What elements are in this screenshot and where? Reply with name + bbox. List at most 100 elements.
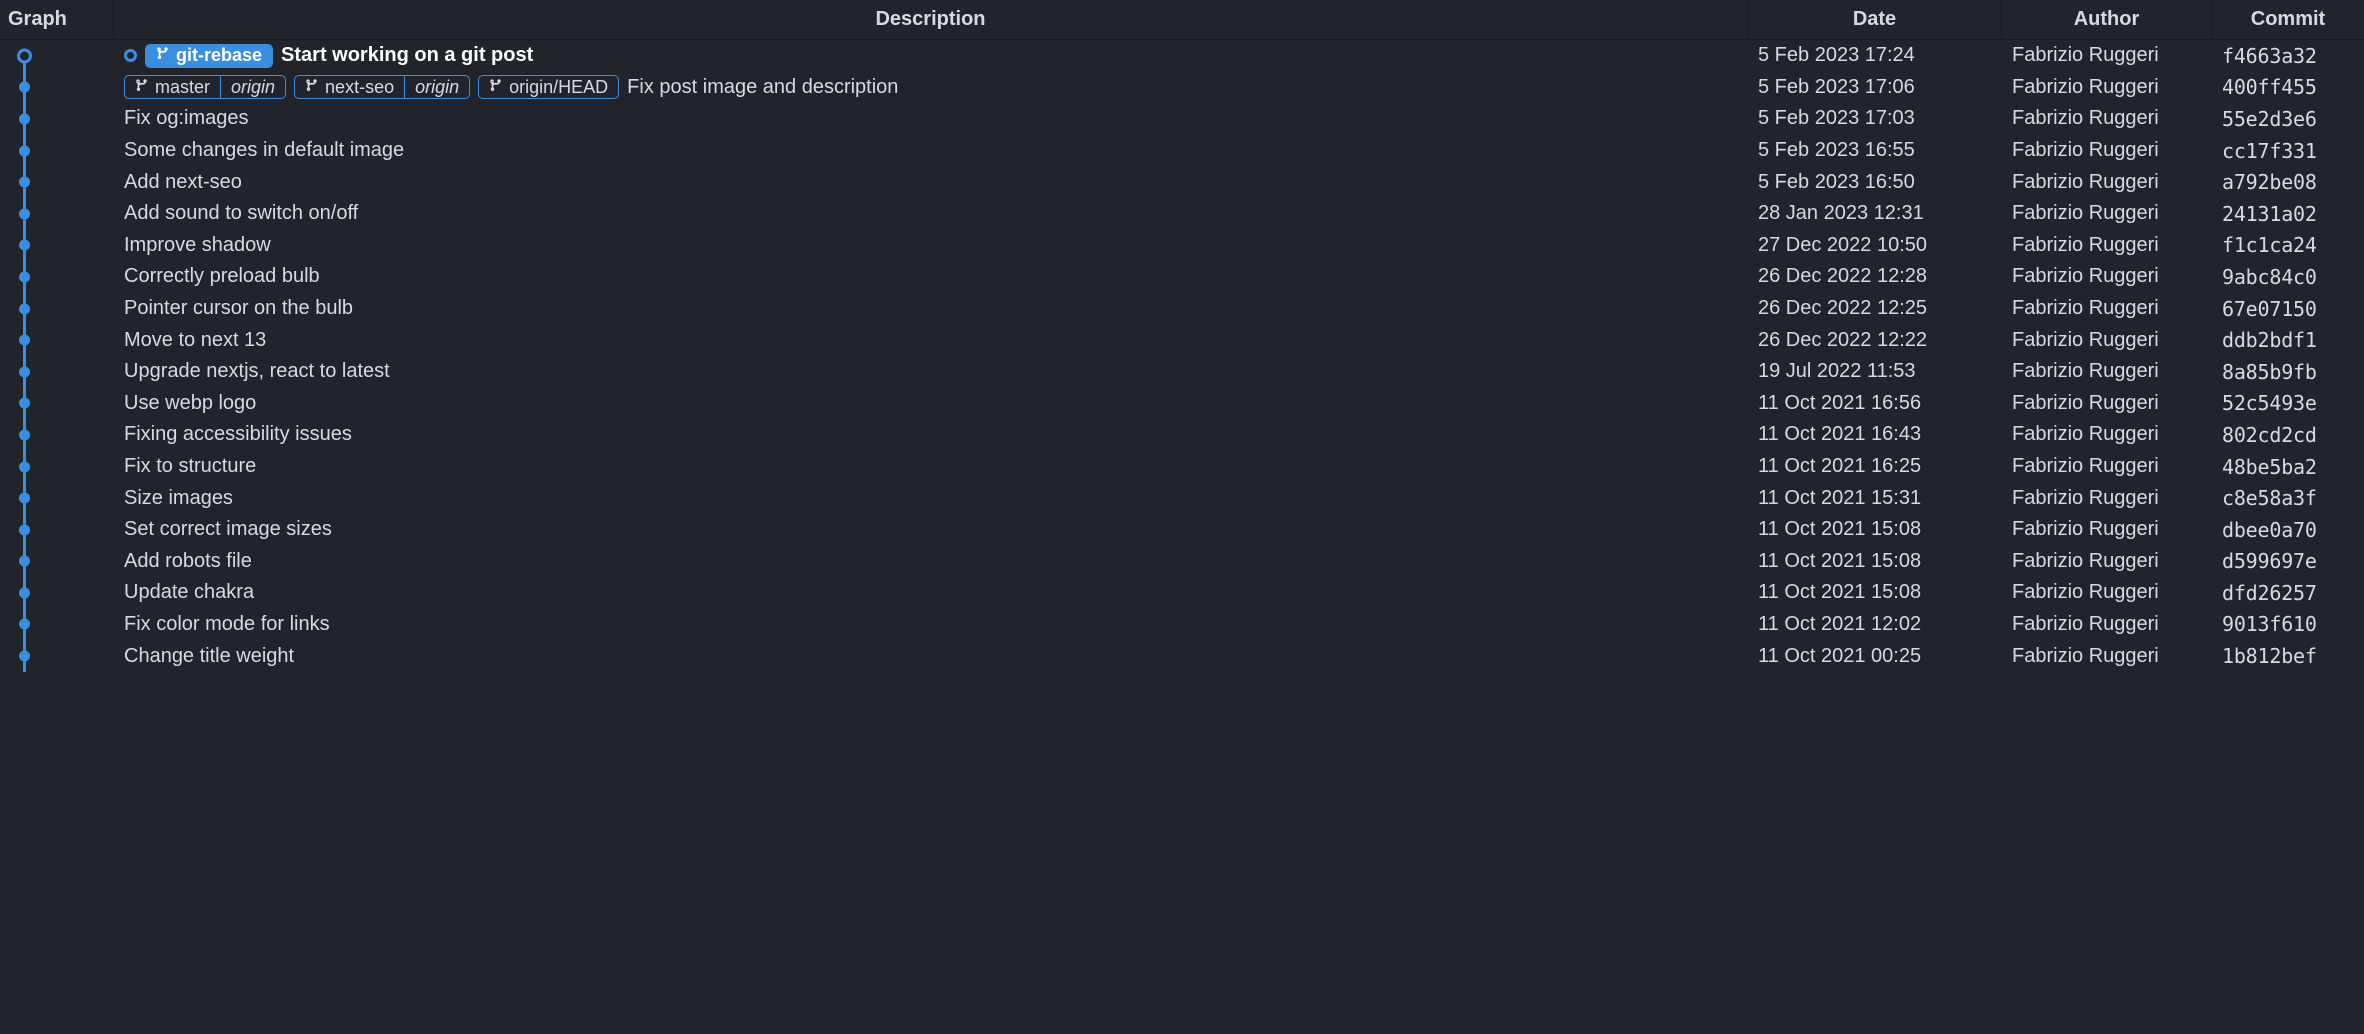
- commit-date: 26 Dec 2022 12:25: [1748, 297, 2002, 320]
- column-header-author[interactable]: Author: [2002, 0, 2212, 39]
- description-cell: Add sound to switch on/off: [114, 198, 1748, 230]
- graph-node: [19, 177, 30, 188]
- commit-message: Start working on a git post: [281, 44, 533, 67]
- graph-node: [19, 271, 30, 282]
- commit-author: Fabrizio Ruggeri: [2002, 392, 2212, 415]
- commit-message: Add sound to switch on/off: [124, 202, 358, 225]
- description-cell: Fix to structure: [114, 451, 1748, 483]
- commit-author: Fabrizio Ruggeri: [2002, 455, 2212, 478]
- commit-author: Fabrizio Ruggeri: [2002, 171, 2212, 194]
- commit-hash: f1c1ca24: [2212, 233, 2364, 257]
- commit-message: Improve shadow: [124, 234, 271, 257]
- commit-hash: 400ff455: [2212, 75, 2364, 99]
- commit-row[interactable]: Size images11 Oct 2021 15:31Fabrizio Rug…: [0, 482, 2364, 514]
- graph-node: [19, 303, 30, 314]
- column-header-description[interactable]: Description: [114, 0, 1748, 39]
- description-cell: Add next-seo: [114, 166, 1748, 198]
- branch-ref[interactable]: next-seoorigin: [294, 75, 470, 99]
- graph-cell: [0, 324, 114, 356]
- graph-cell: [0, 261, 114, 293]
- commit-row[interactable]: Upgrade nextjs, react to latest19 Jul 20…: [0, 356, 2364, 388]
- commit-list: git-rebase Start working on a git post 5 F…: [0, 40, 2364, 672]
- commit-row[interactable]: Add robots file11 Oct 2021 15:08Fabrizio…: [0, 546, 2364, 578]
- commit-row[interactable]: Improve shadow27 Dec 2022 10:50Fabrizio …: [0, 230, 2364, 262]
- commit-date: 11 Oct 2021 16:25: [1748, 455, 2002, 478]
- commit-row[interactable]: Change title weight11 Oct 2021 00:25Fabr…: [0, 640, 2364, 672]
- ref-label: origin: [415, 77, 459, 98]
- commit-row[interactable]: masteroriginnext-seooriginorigin/HEADFix…: [0, 72, 2364, 104]
- commit-hash: 9013f610: [2212, 612, 2364, 636]
- commit-message: Fix color mode for links: [124, 613, 330, 636]
- commit-hash: 8a85b9fb: [2212, 360, 2364, 384]
- column-header-commit[interactable]: Commit: [2212, 0, 2364, 39]
- commit-author: Fabrizio Ruggeri: [2002, 581, 2212, 604]
- graph-cell: [0, 640, 114, 672]
- commit-hash: dfd26257: [2212, 581, 2364, 605]
- commit-row[interactable]: Fix color mode for links11 Oct 2021 12:0…: [0, 609, 2364, 641]
- graph-node: [19, 493, 30, 504]
- graph-node: [19, 335, 30, 346]
- commit-hash: 52c5493e: [2212, 391, 2364, 415]
- graph-node: [19, 145, 30, 156]
- branch-name: master: [125, 76, 220, 98]
- commit-author: Fabrizio Ruggeri: [2002, 202, 2212, 225]
- graph-node: [19, 524, 30, 535]
- commit-date: 11 Oct 2021 15:08: [1748, 581, 2002, 604]
- commit-author: Fabrizio Ruggeri: [2002, 139, 2212, 162]
- commit-author: Fabrizio Ruggeri: [2002, 107, 2212, 130]
- branch-ref[interactable]: git-rebase: [145, 44, 273, 68]
- commit-row[interactable]: Add sound to switch on/off28 Jan 2023 12…: [0, 198, 2364, 230]
- commit-row[interactable]: Fix to structure 11 Oct 2021 16:25Fabrizi…: [0, 451, 2364, 483]
- graph-cell: [0, 577, 114, 609]
- description-cell: Upgrade nextjs, react to latest: [114, 356, 1748, 388]
- graph-cell: [0, 514, 114, 546]
- commit-row[interactable]: Fixing accessibility issues11 Oct 2021 1…: [0, 419, 2364, 451]
- commit-row[interactable]: Move to next 1326 Dec 2022 12:22Fabrizio…: [0, 324, 2364, 356]
- commit-date: 11 Oct 2021 15:31: [1748, 487, 2002, 510]
- ref-label: origin/HEAD: [509, 77, 608, 98]
- description-cell: Fixing accessibility issues: [114, 419, 1748, 451]
- column-header-graph[interactable]: Graph: [0, 0, 114, 39]
- graph-node: [19, 429, 30, 440]
- commit-message: Fix og:images: [124, 107, 249, 130]
- branch-name: git-rebase: [146, 45, 272, 67]
- branch-icon: [489, 77, 503, 98]
- graph-cell: [0, 230, 114, 262]
- description-cell: Pointer cursor on the bulb: [114, 293, 1748, 325]
- commit-row[interactable]: Update chakra11 Oct 2021 15:08Fabrizio R…: [0, 577, 2364, 609]
- branch-ref[interactable]: origin/HEAD: [478, 75, 619, 99]
- branch-ref[interactable]: masterorigin: [124, 75, 286, 99]
- commit-hash: 802cd2cd: [2212, 423, 2364, 447]
- commit-row[interactable]: Add next-seo 5 Feb 2023 16:50Fabrizio Rug…: [0, 166, 2364, 198]
- graph-node: [19, 208, 30, 219]
- commit-row[interactable]: Use webp logo11 Oct 2021 16:56Fabrizio R…: [0, 388, 2364, 420]
- graph-node: [19, 82, 30, 93]
- commit-message: Add next-seo: [124, 171, 242, 194]
- commit-row[interactable]: Pointer cursor on the bulb26 Dec 2022 12…: [0, 293, 2364, 325]
- commit-date: 5 Feb 2023 17:03: [1748, 107, 2002, 130]
- commit-message: Add robots file: [124, 550, 252, 573]
- commit-hash: 1b812bef: [2212, 644, 2364, 668]
- commit-date: 11 Oct 2021 15:08: [1748, 518, 2002, 541]
- graph-cell: [0, 546, 114, 578]
- commit-hash: 67e07150: [2212, 297, 2364, 321]
- commit-message: Some changes in default image: [124, 139, 404, 162]
- description-cell: Change title weight: [114, 640, 1748, 672]
- table-header: Graph Description Date Author Commit: [0, 0, 2364, 40]
- remote-name: origin: [220, 76, 285, 98]
- graph-node: [17, 48, 32, 63]
- column-header-date[interactable]: Date: [1748, 0, 2002, 39]
- description-cell: Some changes in default image: [114, 135, 1748, 167]
- graph-node: [19, 240, 30, 251]
- commit-row[interactable]: Set correct image sizes11 Oct 2021 15:08…: [0, 514, 2364, 546]
- commit-message: Fix to structure: [124, 455, 256, 478]
- commit-row[interactable]: Fix og:images 5 Feb 2023 17:03Fabrizio Ru…: [0, 103, 2364, 135]
- description-cell: Update chakra: [114, 577, 1748, 609]
- commit-row[interactable]: git-rebaseStart working on a git post5 F…: [0, 40, 2364, 72]
- commit-row[interactable]: Some changes in default image5 Feb 2023 …: [0, 135, 2364, 167]
- commit-row[interactable]: Correctly preload bulb26 Dec 2022 12:28F…: [0, 261, 2364, 293]
- commit-date: 27 Dec 2022 10:50: [1748, 234, 2002, 257]
- graph-node: [19, 556, 30, 567]
- commit-date: 11 Oct 2021 16:56: [1748, 392, 2002, 415]
- commit-date: 5 Feb 2023 16:50: [1748, 171, 2002, 194]
